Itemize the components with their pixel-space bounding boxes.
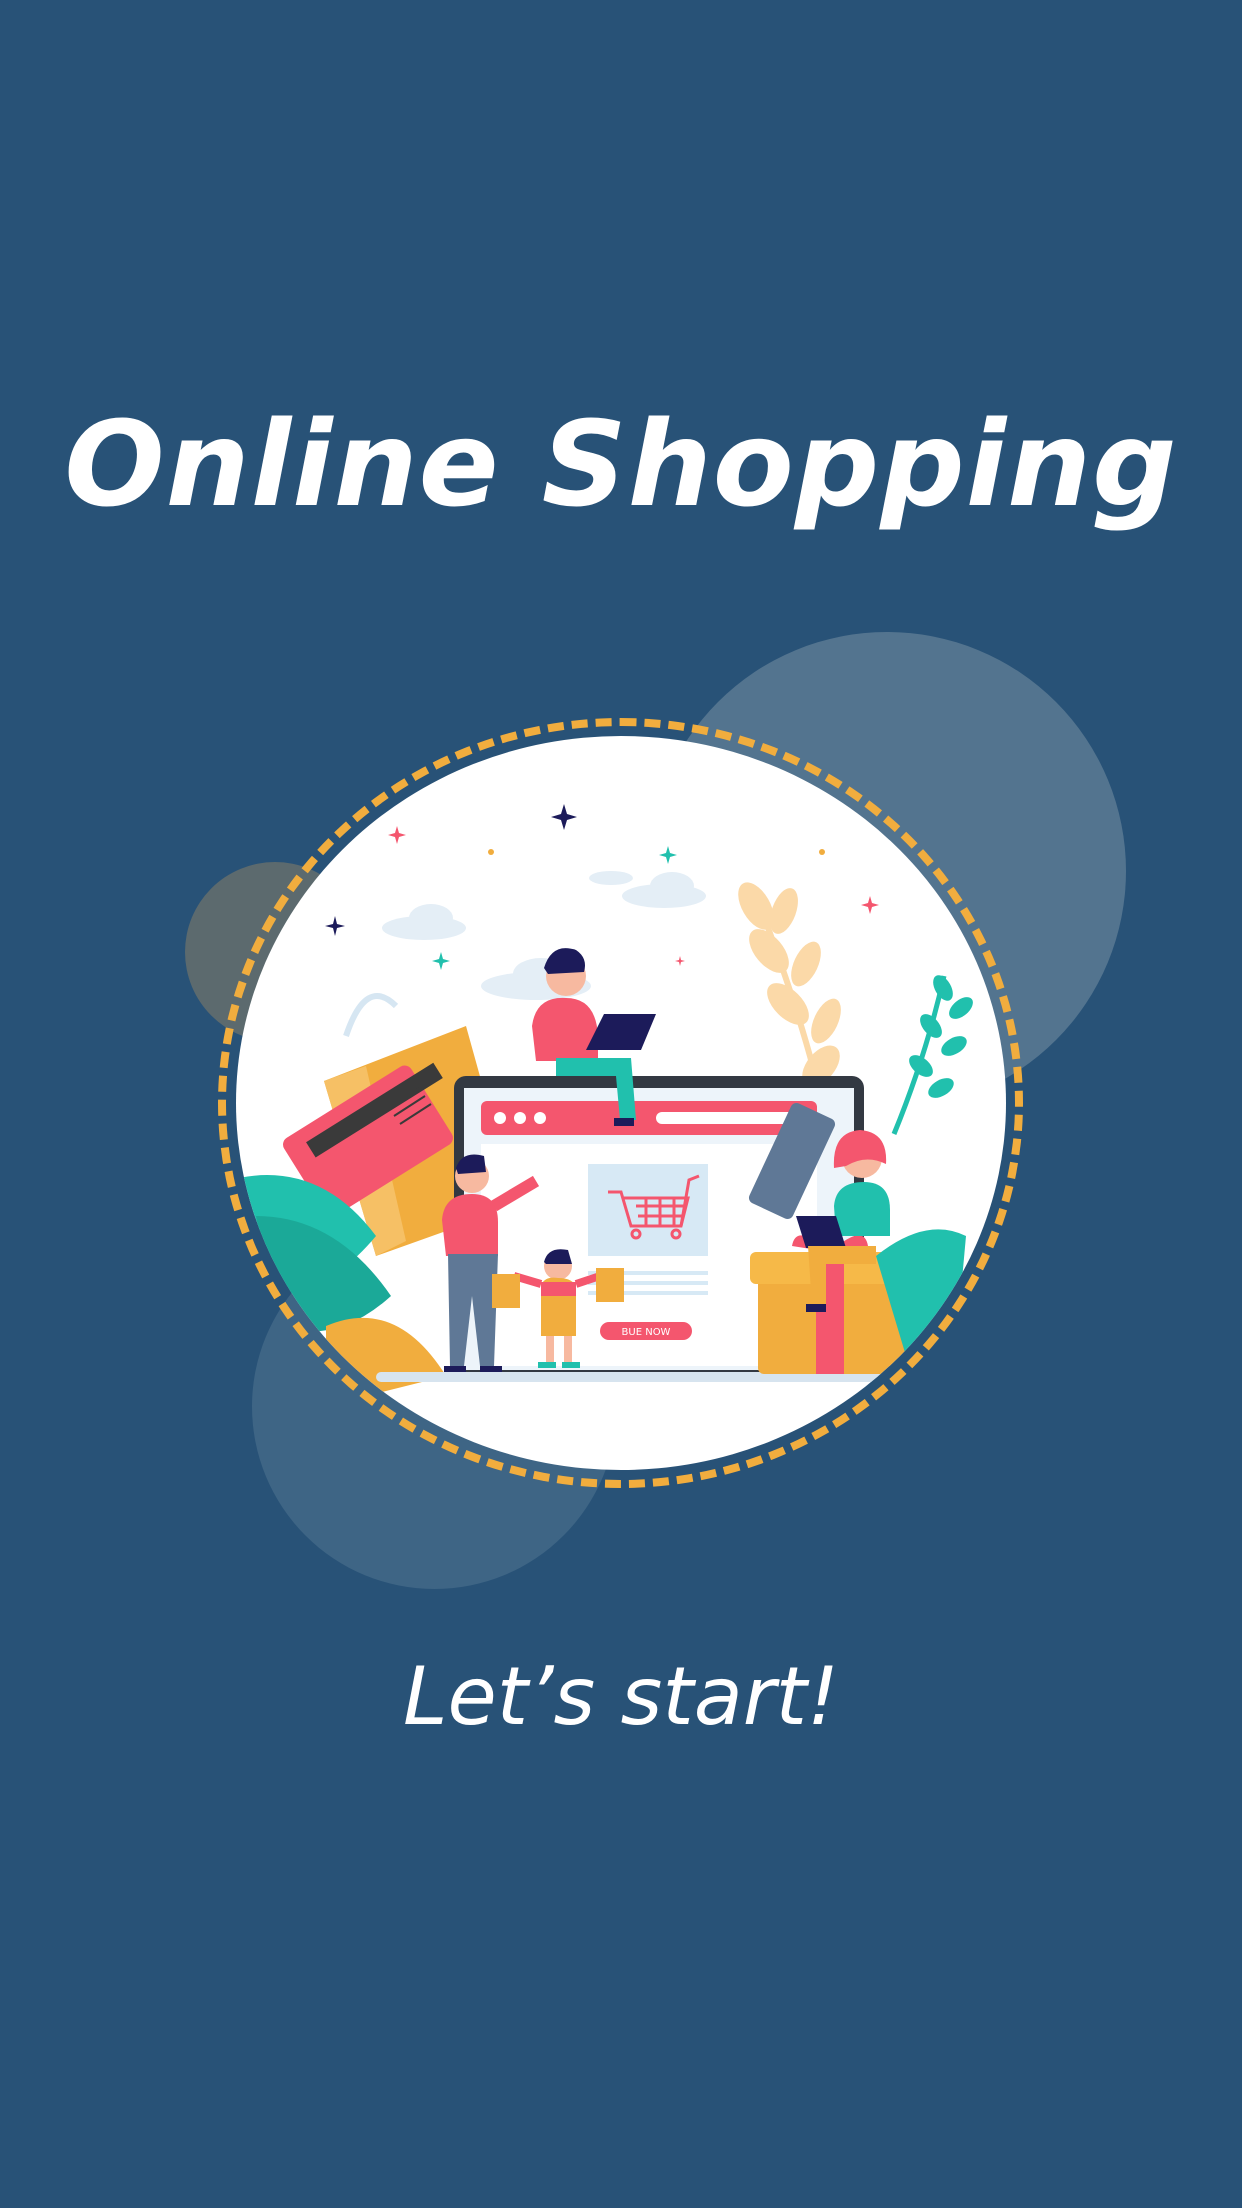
illustration-disc: BUE NOW (236, 736, 1006, 1470)
page-title: Online Shopping (64, 395, 1178, 533)
buy-now-label: BUE NOW (622, 1327, 671, 1338)
lets-start-button[interactable]: Let’s start! (0, 1650, 1242, 1743)
online-shopping-illustration: BUE NOW (236, 804, 973, 1406)
